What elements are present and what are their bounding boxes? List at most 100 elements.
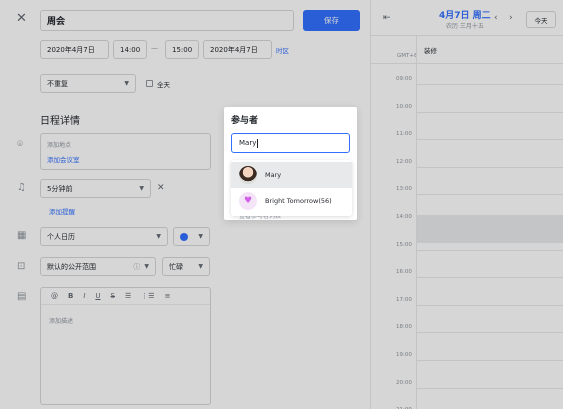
chevron-right-icon[interactable]: › <box>509 13 513 23</box>
suggestion-list: Mary ♥ Bright Tomorrow(56) <box>231 160 352 216</box>
end-time-field[interactable]: 15:00 <box>165 40 199 59</box>
chevron-down-icon: ▼ <box>198 233 203 240</box>
date-sub: 农历 三月十五 <box>446 23 484 30</box>
hour-line <box>416 277 563 279</box>
location-box[interactable]: 添加地点 添加会议室 <box>40 133 211 170</box>
suggestion-item[interactable]: ♥ Bright Tomorrow(56) <box>231 188 352 214</box>
bell-icon: ♫ <box>17 182 26 193</box>
hour-label: 10:00 <box>396 103 412 110</box>
italic-tool[interactable]: I <box>83 292 85 300</box>
hour-line <box>416 387 563 389</box>
hour-line <box>416 139 563 141</box>
hour-label: 20:00 <box>396 379 412 386</box>
attendee-search-input[interactable]: Mary <box>231 133 350 153</box>
align-tool[interactable]: ≡ <box>165 292 171 300</box>
underline-tool[interactable]: U <box>95 292 100 300</box>
calendar-grid-top <box>371 35 563 36</box>
busy-value: 忙碌 <box>169 262 183 271</box>
location-icon: ⌾ <box>17 139 23 150</box>
start-date-field[interactable]: 2020年4月7日 <box>40 40 109 59</box>
start-date-value: 2020年4月7日 <box>47 45 95 54</box>
visibility-value: 默认的公开范围 <box>47 262 96 271</box>
bullet-list-tool[interactable]: ☰ <box>125 292 131 300</box>
hour-line <box>416 304 563 306</box>
repeat-value: 不重复 <box>47 79 68 88</box>
calendar-value: 个人日历 <box>47 232 75 241</box>
busy-select[interactable]: 忙碌 ▼ <box>162 257 210 276</box>
ordered-list-tool[interactable]: ⋮☰ <box>141 292 154 300</box>
attendee-title: 参与者 <box>231 116 259 126</box>
allday-row-line <box>371 63 563 64</box>
title-value: 周会 <box>47 17 66 27</box>
add-reminder-link[interactable]: 添加提醒 <box>49 206 75 216</box>
date-main: 4月7日 周二 <box>439 11 491 21</box>
help-icon[interactable]: ⓘ <box>133 262 140 272</box>
mention-tool[interactable]: @ <box>51 292 58 300</box>
allday-label: 全天 <box>157 81 170 89</box>
hour-label: 13:00 <box>396 186 412 193</box>
details-heading: 日程详情 <box>40 116 80 127</box>
end-date-value: 2020年4月7日 <box>210 45 258 54</box>
hour-label: 12:00 <box>396 158 412 165</box>
visibility-select[interactable]: 默认的公开范围 ⓘ ▼ <box>40 257 156 276</box>
allday-checkbox[interactable] <box>146 80 153 87</box>
reminder-select[interactable]: 5分钟前 ▼ <box>40 179 151 198</box>
hour-line <box>416 360 563 361</box>
color-select[interactable]: ▼ <box>173 227 210 246</box>
heart-icon: ♥ <box>239 192 257 210</box>
end-date-field[interactable]: 2020年4月7日 <box>203 40 272 59</box>
close-icon[interactable]: ✕ <box>16 12 27 25</box>
chevron-down-icon: ▼ <box>124 80 129 87</box>
visibility-icon: ⊡ <box>17 261 26 272</box>
save-label: 保存 <box>324 16 339 25</box>
today-button[interactable]: 今天 <box>526 11 556 28</box>
suggestion-name: Bright Tomorrow(56) <box>265 197 332 205</box>
calendar-select[interactable]: 个人日历 ▼ <box>40 227 168 246</box>
collapse-left-icon[interactable]: ⇤ <box>383 13 391 23</box>
end-time-value: 15:00 <box>172 45 193 54</box>
chevron-down-icon: ▼ <box>156 233 161 240</box>
hour-label: 11:00 <box>396 131 412 138</box>
timezone-link[interactable]: 时区 <box>276 45 289 55</box>
hour-label: 16:00 <box>396 269 412 276</box>
start-time-field[interactable]: 14:00 <box>113 40 147 59</box>
location-placeholder: 添加地点 <box>47 142 72 149</box>
attendee-input-value: Mary <box>239 139 257 147</box>
text-cursor <box>257 138 259 148</box>
chevron-left-icon[interactable]: ‹ <box>494 13 498 23</box>
suggestion-item[interactable]: Mary <box>231 162 352 188</box>
description-box[interactable]: @ B I U S ☰ ⋮☰ ≡ 添加描述 <box>40 287 211 405</box>
description-icon: ▤ <box>17 291 27 302</box>
hour-label: 19:00 <box>396 352 412 358</box>
repeat-select[interactable]: 不重复 ▼ <box>40 74 136 93</box>
color-dot <box>180 232 188 241</box>
suggestion-name: Mary <box>265 171 282 179</box>
strike-tool[interactable]: S <box>111 292 115 300</box>
hour-line <box>416 332 563 334</box>
hour-label: 17:00 <box>396 296 412 303</box>
avatar <box>239 166 257 184</box>
hour-line <box>416 84 563 85</box>
save-button[interactable]: 保存 <box>303 10 360 31</box>
hour-label: 15:00 <box>396 241 412 248</box>
title-input[interactable]: 周会 <box>40 10 294 31</box>
hour-label: 14:00 <box>396 214 412 220</box>
reminder-value: 5分钟前 <box>47 184 73 193</box>
calendar-icon: ▦ <box>17 230 27 241</box>
start-time-value: 14:00 <box>120 45 141 54</box>
hour-label: 09:00 <box>396 76 412 82</box>
hour-label: 18:00 <box>396 324 412 331</box>
bold-tool[interactable]: B <box>68 292 73 300</box>
chevron-down-icon: ▼ <box>144 263 149 270</box>
chevron-down-icon: ▼ <box>139 185 144 192</box>
current-event-block[interactable] <box>417 215 563 243</box>
add-room-link[interactable]: 添加会议室 <box>47 154 80 164</box>
description-placeholder: 添加描述 <box>49 318 74 325</box>
chevron-down-icon: ▼ <box>198 263 203 270</box>
allday-event[interactable]: 装修 <box>424 45 437 55</box>
remove-reminder-icon[interactable]: ✕ <box>157 183 165 193</box>
attendee-popup: 参与者 Mary 查看参与者列表 Mary ♥ Bright Tomorrow(… <box>224 107 357 220</box>
hour-line <box>416 249 563 251</box>
today-label: 今天 <box>534 16 548 25</box>
hour-line <box>416 166 563 168</box>
